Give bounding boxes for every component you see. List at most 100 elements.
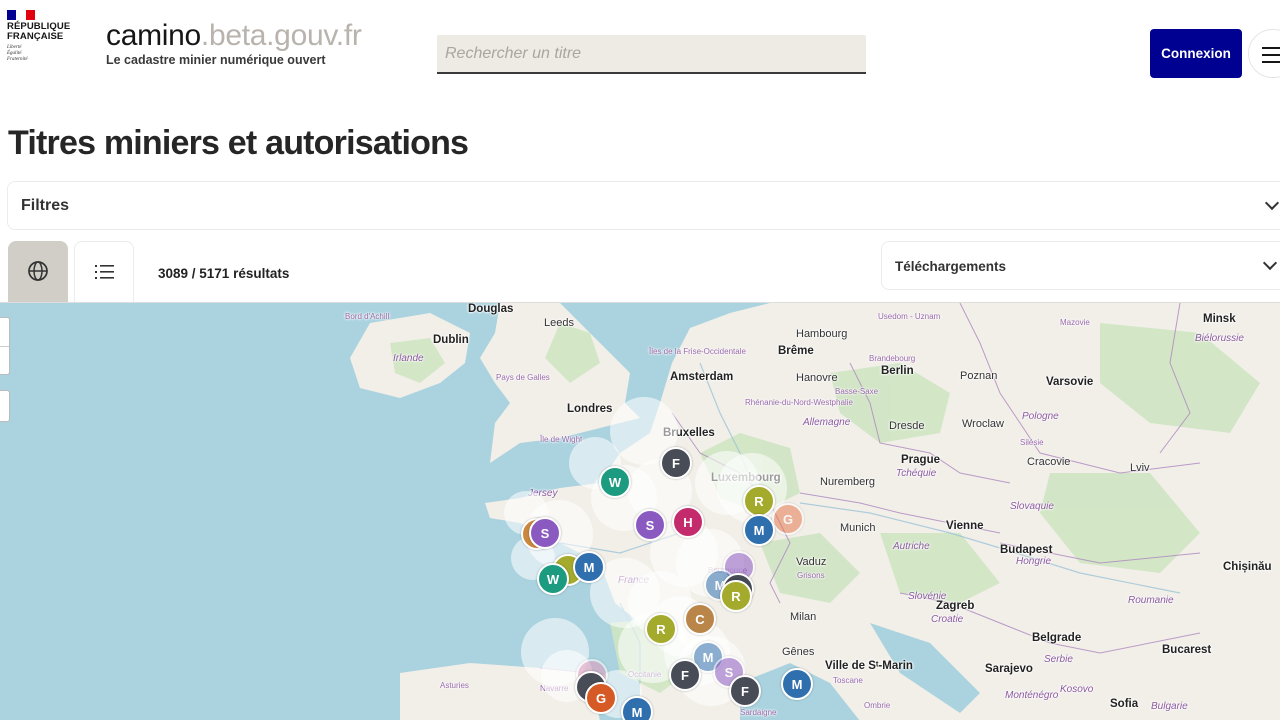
french-flag-icon <box>7 10 35 20</box>
zoom-separator <box>0 346 9 347</box>
site-name-main: camino <box>106 19 201 52</box>
downloads-label: Téléchargements <box>895 259 1007 274</box>
title-cluster-marker[interactable]: F <box>660 447 692 479</box>
map-place-label: Ombrie <box>864 701 891 710</box>
hamburger-icon <box>1262 47 1280 68</box>
filters-label: Filtres <box>21 197 70 214</box>
map-place-label: Biélorussie <box>1195 333 1244 344</box>
map-place-label: Monténégro <box>1005 690 1059 701</box>
map-place-label: Rhénanie-du-Nord-Westphalie <box>745 398 853 407</box>
title-cluster-marker[interactable]: G <box>585 682 617 714</box>
tab-list-view[interactable] <box>74 241 134 302</box>
title-cluster-marker[interactable]: R <box>645 613 677 645</box>
title-cluster-marker[interactable]: G <box>772 503 804 535</box>
map-place-label: Hanovre <box>796 372 838 384</box>
title-cluster-marker[interactable]: F <box>669 659 701 691</box>
map-place-label: Vaduz <box>796 556 827 568</box>
title-cluster-marker[interactable]: M <box>781 668 813 700</box>
list-icon <box>95 265 114 279</box>
map-place-label: Îles de la Frise-Occidentale <box>649 347 746 356</box>
map-place-label: Kosovo <box>1060 684 1094 695</box>
map-place-label: Wroclaw <box>962 418 1004 430</box>
zoom-control[interactable] <box>0 317 10 375</box>
map-place-label: Brême <box>778 345 814 357</box>
map-place-label: Serbie <box>1044 654 1073 665</box>
tab-map-view[interactable] <box>8 241 68 302</box>
map-place-label: Sarajevo <box>985 663 1033 675</box>
map-place-label: Allemagne <box>803 417 851 428</box>
login-button[interactable]: Connexion <box>1150 29 1242 78</box>
site-tagline: Le cadastre minier numérique ouvert <box>106 53 326 67</box>
title-cluster-marker[interactable]: R <box>743 485 775 517</box>
map-place-label: Varsovie <box>1046 376 1094 388</box>
map-place-label: Munich <box>840 522 876 534</box>
fullscreen-control[interactable] <box>0 390 10 422</box>
map-place-label: Douglas <box>468 303 514 315</box>
map-place-label: Gênes <box>782 646 815 658</box>
map-place-label: Budapest <box>1000 544 1053 556</box>
map-place-label: Croatie <box>931 614 964 625</box>
map-place-label: Grisons <box>797 571 825 580</box>
title-cluster-marker[interactable]: R <box>720 580 752 612</box>
search-field[interactable] <box>437 35 866 74</box>
search-input[interactable] <box>437 35 866 72</box>
downloads-accordion[interactable]: Téléchargements <box>881 241 1280 290</box>
title-cluster-marker[interactable]: S <box>529 517 561 549</box>
map-place-label: Hongrie <box>1016 556 1052 567</box>
title-cluster-marker[interactable]: S <box>634 509 666 541</box>
map-place-label: Poznan <box>960 370 998 382</box>
site-name-domain: .beta.gouv.fr <box>200 19 362 52</box>
map-place-label: Sofia <box>1110 698 1139 710</box>
title-cluster-marker[interactable]: M <box>573 551 605 583</box>
map-place-label: Amsterdam <box>670 371 734 383</box>
map-place-label: Bucarest <box>1162 644 1212 656</box>
title-cluster-marker[interactable]: W <box>537 563 569 595</box>
title-cluster-marker[interactable]: F <box>729 675 761 707</box>
map-place-label: Tchéquie <box>896 468 937 479</box>
map-place-label: Pays de Galles <box>496 373 550 382</box>
map-place-label: Île de Wight <box>540 435 583 444</box>
title-cluster-marker[interactable]: H <box>672 506 704 538</box>
map-place-label: Sardaigne <box>740 708 777 717</box>
map-place-label: Leeds <box>544 317 574 329</box>
title-cluster-marker[interactable]: C <box>684 603 716 635</box>
header: RÉPUBLIQUE FRANÇAISE Liberté Égalité Fra… <box>0 0 1280 110</box>
title-cluster-marker[interactable]: M <box>743 514 775 546</box>
filters-accordion[interactable]: Filtres <box>7 181 1280 230</box>
map-place-label: Dublin <box>433 334 469 346</box>
map-place-label: Slovaquie <box>1010 501 1054 512</box>
map-place-label: Asturies <box>440 681 469 690</box>
map-place-label: Milan <box>790 611 817 623</box>
map-place-label: Chișinău <box>1223 561 1272 573</box>
map-place-label: Toscane <box>833 676 863 685</box>
map-place-label: Mazovie <box>1060 318 1090 327</box>
chevron-down-icon <box>1262 255 1278 271</box>
site-name: camino.beta.gouv.fr <box>106 18 362 54</box>
motto-line-3: Fraternité <box>7 57 28 62</box>
map-place-label: Slovénie <box>908 591 947 602</box>
map-place-label: Prague <box>901 454 940 466</box>
republique-francaise-logo[interactable]: RÉPUBLIQUE FRANÇAISE Liberté Égalité Fra… <box>7 10 79 63</box>
site-brand[interactable]: camino.beta.gouv.fr Le cadastre minier n… <box>106 18 362 67</box>
map[interactable]: Douglas Leeds Bord d'Achill Dublin Irlande Lo… <box>0 302 1280 720</box>
map-place-label: Roumanie <box>1128 595 1174 606</box>
title-cluster-marker[interactable]: M <box>621 696 653 720</box>
map-place-label: Autriche <box>893 541 930 552</box>
map-place-label: Minsk <box>1203 313 1236 325</box>
map-place-label: Bulgarie <box>1151 701 1188 712</box>
map-place-label: Ville de Sᵗ-Marin <box>825 660 913 672</box>
map-place-label: Dresde <box>889 420 925 432</box>
globe-icon <box>28 261 48 281</box>
map-place-label: Silésie <box>1020 438 1044 447</box>
map-place-label: Londres <box>567 403 613 415</box>
map-place-label: Irlande <box>393 353 424 364</box>
map-place-label: Usedom - Uznam <box>878 312 941 321</box>
map-place-label: Bord d'Achill <box>345 312 390 321</box>
menu-button[interactable] <box>1248 29 1280 78</box>
results-count: 3089 / 5171 résultats <box>158 266 290 281</box>
title-cluster-marker[interactable]: W <box>599 466 631 498</box>
map-place-label: Pologne <box>1022 411 1059 422</box>
map-place-label: Vienne <box>946 520 984 532</box>
map-place-label: Nuremberg <box>820 476 876 488</box>
map-place-label: Basse-Saxe <box>835 387 879 396</box>
